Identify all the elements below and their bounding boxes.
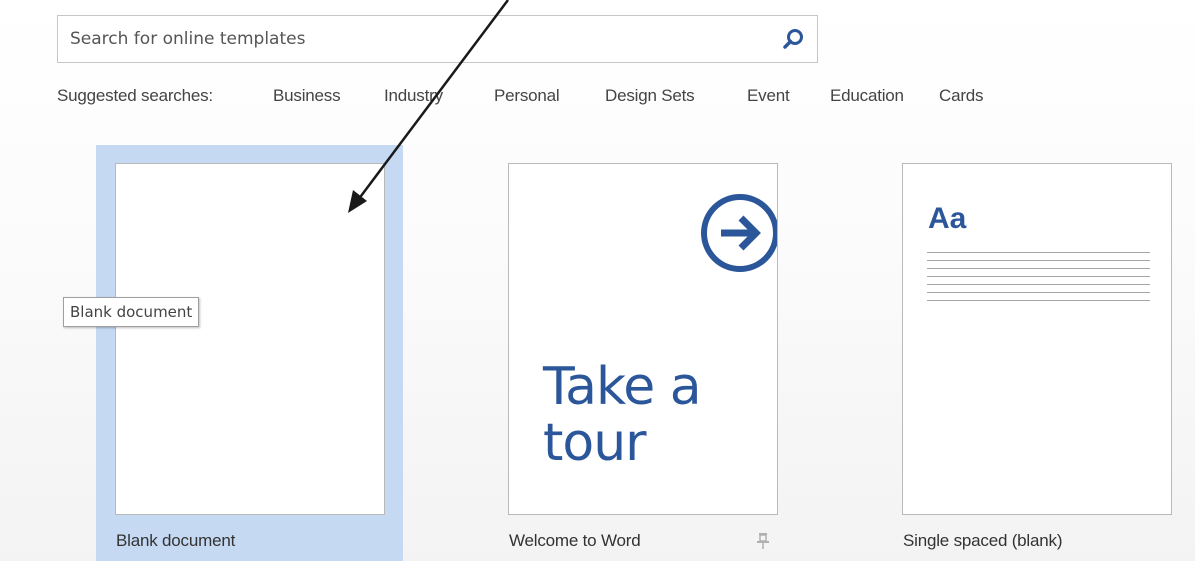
single-spaced-thumbnail[interactable]: Aa (902, 163, 1172, 515)
suggested-link-personal[interactable]: Personal (494, 86, 560, 106)
suggested-link-event[interactable]: Event (747, 86, 790, 106)
search-input[interactable] (58, 16, 770, 62)
template-caption-blank-document: Blank document (116, 531, 236, 550)
search-icon[interactable] (778, 25, 808, 53)
blank-document-thumbnail[interactable] (115, 163, 385, 515)
take-a-tour-text: Take a tour (543, 357, 702, 473)
arrow-circle-icon (701, 194, 777, 272)
suggested-link-cards[interactable]: Cards (939, 86, 984, 106)
tooltip: Blank document (63, 297, 200, 327)
template-caption-welcome-to-word: Welcome to Word (509, 531, 641, 550)
suggested-link-education[interactable]: Education (830, 86, 904, 106)
suggested-searches-label: Suggested searches: (57, 86, 213, 105)
suggested-link-business[interactable]: Business (273, 86, 341, 106)
sample-text-lines (927, 252, 1150, 308)
welcome-to-word-thumbnail[interactable]: Take a tour (508, 163, 778, 515)
pin-icon[interactable] (755, 531, 771, 556)
template-search-box (57, 15, 818, 63)
aa-sample-text: Aa (928, 202, 967, 235)
suggested-link-design-sets[interactable]: Design Sets (605, 86, 695, 106)
suggested-link-industry[interactable]: Industry (384, 86, 443, 106)
template-caption-single-spaced: Single spaced (blank) (903, 531, 1063, 550)
